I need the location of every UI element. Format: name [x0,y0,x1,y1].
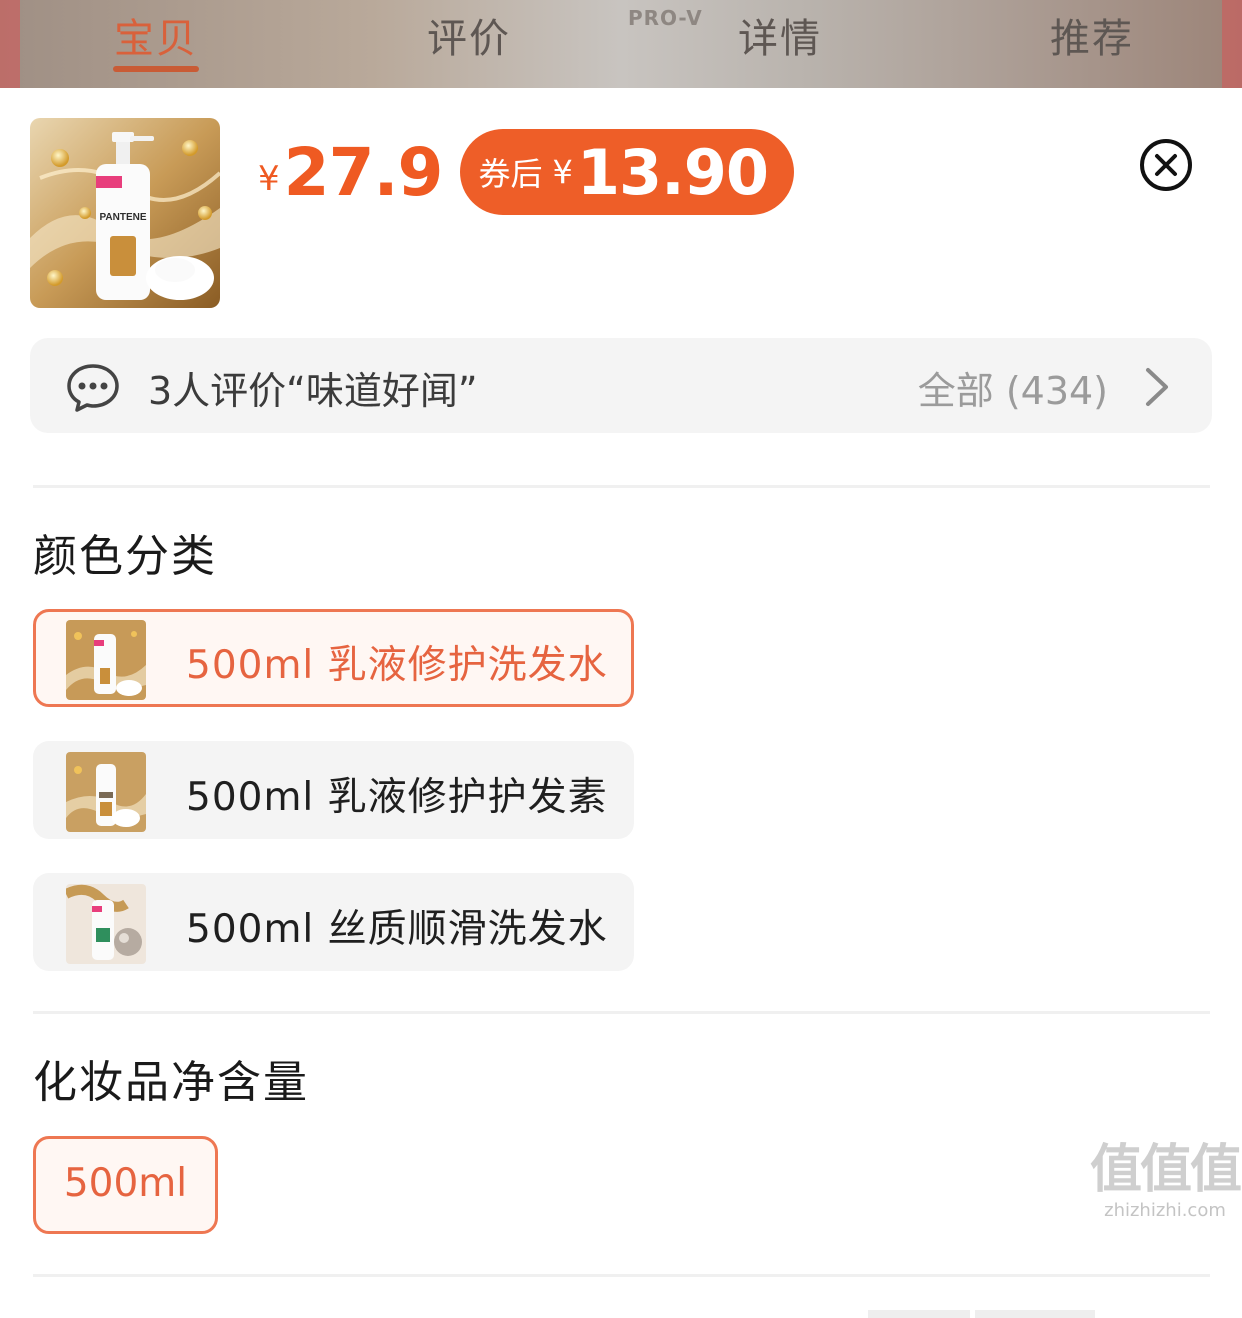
tab-details[interactable]: 详情 [738,6,822,64]
color-option-emulsion-repair-conditioner[interactable]: 500ml 乳液修护护发素 [33,741,634,839]
chevron-right-icon [1146,368,1168,406]
color-option-label: 500ml 乳液修护护发素 [186,775,608,820]
bottom-bar-stub [868,1310,970,1318]
section-divider [33,1011,1210,1014]
review-summary-bar[interactable]: 3人评价“味道好闻” 全部 (434) [30,338,1212,433]
close-button[interactable] [1139,138,1193,192]
color-option-label: 500ml 乳液修护洗发水 [186,643,608,688]
color-option-emulsion-repair-shampoo[interactable]: 500ml 乳液修护洗发水 [33,609,634,707]
volume-option-label: 500ml [63,1161,188,1206]
chat-bubble-icon [67,364,119,412]
coupon-currency: ¥ [552,153,573,191]
product-bottle-brand: PANTENE [99,212,146,223]
volume-option-500ml[interactable]: 500ml [33,1136,218,1234]
watermark-logo-text: 值值值 [1090,1140,1242,1200]
price-row: ¥ 27.9 券后 ¥ 13.90 [258,128,794,216]
color-option-silky-smooth-shampoo[interactable]: 500ml 丝质顺滑洗发水 [33,873,634,971]
section-divider [33,485,1210,488]
coupon-price-badge: 券后 ¥ 13.90 [460,129,794,215]
review-highlight-text: 3人评价“味道好闻” [148,369,478,413]
volume-section-title: 化妆品净含量 [33,1057,309,1108]
coupon-price-value: 13.90 [576,135,769,209]
price-currency: ¥ [258,159,280,199]
backdrop-edge-right [1222,0,1242,88]
watermark-url: zhizhizhi.com [1104,1200,1226,1221]
price-value: 27.9 [283,133,444,211]
tab-reviews[interactable]: 评价 [427,6,511,64]
close-circle-icon [1140,139,1192,191]
option-thumbnail [66,884,146,964]
product-image[interactable]: PANTENE [30,118,220,308]
coupon-label: 券后 [478,155,543,193]
backdrop-edge-left [0,0,20,88]
sku-selection-sheet: PANTENE ¥ 27.9 券后 ¥ 13.90 3人评价“味道好闻” 全部 … [0,88,1242,1318]
backdrop-brand-text: PRO-V [628,6,703,30]
active-tab-indicator [113,66,199,72]
bottom-bar-stub [975,1310,1095,1318]
tab-recommend[interactable]: 推荐 [1050,6,1134,64]
section-divider [33,1274,1210,1277]
color-section-title: 颜色分类 [33,531,217,582]
tab-baobei[interactable]: 宝贝 [114,6,198,64]
site-watermark: 值值值 zhizhizhi.com [1090,1140,1242,1230]
top-tab-bar: PRO-V 宝贝 评价 详情 推荐 [0,0,1242,88]
option-thumbnail [66,752,146,832]
all-reviews-link[interactable]: 全部 (434) [918,360,1108,415]
color-option-label: 500ml 丝质顺滑洗发水 [186,907,608,952]
option-thumbnail [66,620,146,700]
